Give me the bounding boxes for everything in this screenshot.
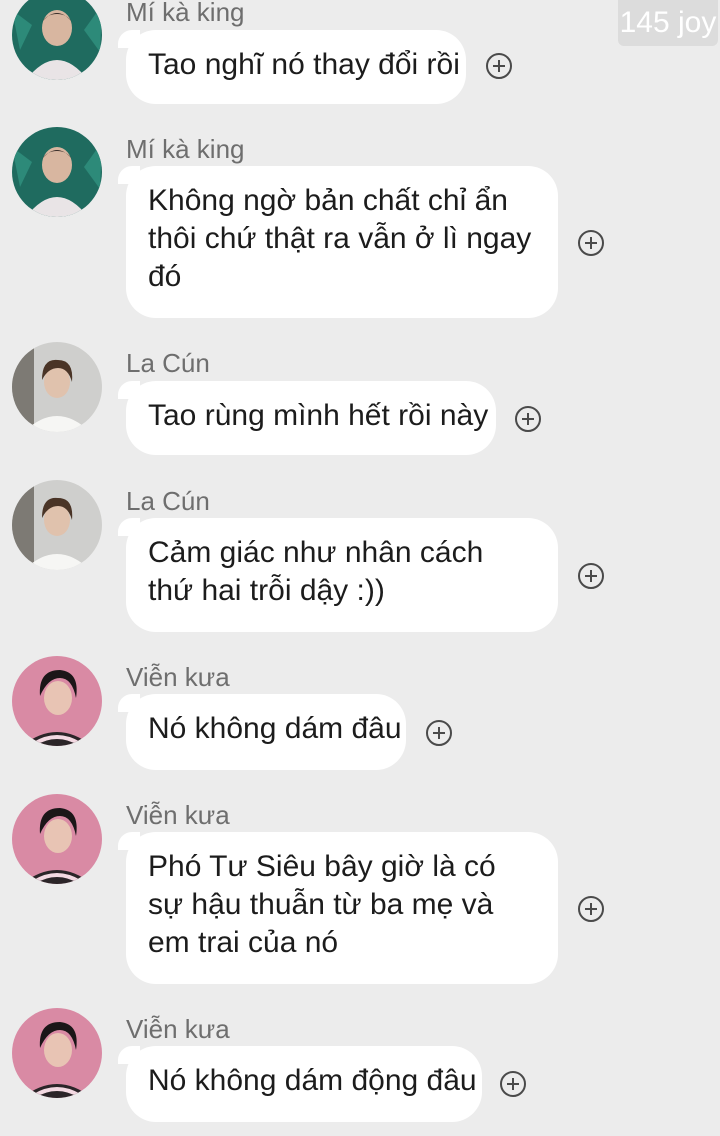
sender-name: Mí kà king	[126, 0, 245, 27]
sender-name: Mí kà king	[126, 134, 245, 164]
avatar-la-cun[interactable]	[12, 480, 102, 570]
message-bubble[interactable]: Cảm giác như nhân cách thứ hai trỗi dậy …	[118, 518, 558, 632]
sender-name: Viễn kưa	[126, 1014, 230, 1044]
joy-counter-badge: 145 joy	[618, 0, 718, 46]
message-bubble[interactable]: Nó không dám đâu	[118, 694, 406, 770]
add-reaction-icon[interactable]	[486, 53, 512, 79]
avatar-mi-ka-king[interactable]	[12, 127, 102, 217]
add-reaction-icon[interactable]	[578, 230, 604, 256]
message-bubble[interactable]: Tao rùng mình hết rồi này	[118, 381, 496, 455]
sender-name: Viễn kưa	[126, 662, 230, 692]
sender-name: Viễn kưa	[126, 800, 230, 830]
add-reaction-icon[interactable]	[578, 563, 604, 589]
add-reaction-icon[interactable]	[500, 1071, 526, 1097]
add-reaction-icon[interactable]	[578, 896, 604, 922]
message-bubble[interactable]: Phó Tư Siêu bây giờ là có sự hậu thuẫn t…	[118, 832, 558, 984]
avatar-vien-kua[interactable]	[12, 794, 102, 884]
avatar-vien-kua[interactable]	[12, 1008, 102, 1098]
sender-name: La Cún	[126, 348, 210, 378]
sender-name: La Cún	[126, 486, 210, 516]
avatar-vien-kua[interactable]	[12, 656, 102, 746]
avatar-la-cun[interactable]	[12, 342, 102, 432]
message-bubble[interactable]: Không ngờ bản chất chỉ ẩn thôi chứ thật …	[118, 166, 558, 318]
message-bubble[interactable]: Nó không dám động đâu	[118, 1046, 482, 1122]
add-reaction-icon[interactable]	[515, 406, 541, 432]
avatar-mi-ka-king[interactable]	[12, 0, 102, 80]
add-reaction-icon[interactable]	[426, 720, 452, 746]
message-bubble[interactable]: Tao nghĩ nó thay đổi rồi	[118, 30, 466, 104]
